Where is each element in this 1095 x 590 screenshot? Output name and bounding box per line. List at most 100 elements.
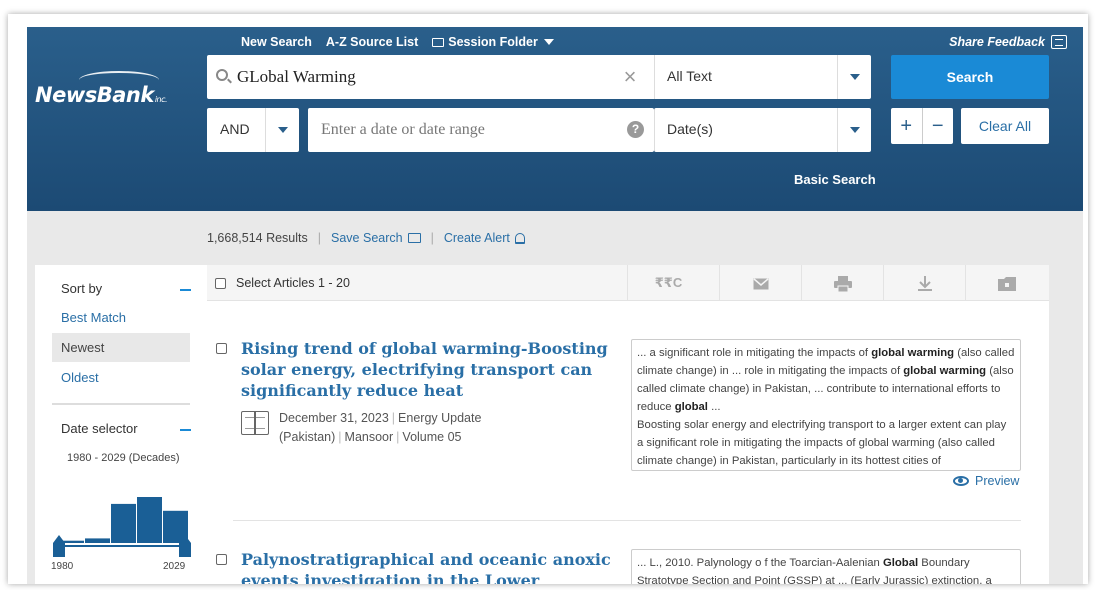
save-search-label: Save Search [331, 231, 403, 245]
boolean-operator-value: AND [220, 121, 250, 137]
new-search-link[interactable]: New Search [241, 35, 312, 49]
article-checkbox[interactable] [216, 343, 227, 354]
share-feedback-link[interactable]: Share Feedback [949, 35, 1067, 49]
print-button[interactable] [801, 265, 883, 301]
sort-newest[interactable]: Newest [52, 333, 190, 362]
hist-start-label: 1980 [51, 561, 74, 572]
snippet-highlight: Global [882, 557, 919, 569]
search-icon [216, 69, 228, 81]
snippet-highlight: global [674, 401, 708, 413]
collapse-date-icon[interactable] [180, 429, 191, 431]
article-title[interactable]: Palynostratigraphical and oceanic anoxic… [241, 549, 611, 584]
chevron-down-icon[interactable] [837, 55, 871, 99]
basic-search-link[interactable]: Basic Search [794, 172, 876, 187]
hist-end-label: 2029 [163, 561, 186, 572]
save-search-icon [407, 233, 421, 243]
sort-by-heading: Sort by [61, 281, 103, 296]
article-volume: Volume 05 [402, 430, 462, 444]
email-icon [753, 277, 768, 290]
save-folder-icon [997, 276, 1016, 291]
create-alert-label: Create Alert [443, 231, 510, 245]
clear-all-button[interactable]: Clear All [961, 108, 1049, 144]
snippet-highlight: global warming [871, 347, 955, 359]
preview-label: Preview [975, 474, 1020, 488]
session-folder-label: Session Folder [448, 35, 538, 49]
eye-icon [953, 476, 969, 486]
cite-icon: ₹₹C [654, 275, 683, 290]
chevron-down-icon[interactable] [265, 108, 299, 152]
chevron-down-icon [543, 39, 554, 45]
download-button[interactable] [883, 265, 965, 301]
article-author: Mansoor [344, 430, 394, 444]
boolean-operator-select[interactable]: AND [207, 108, 299, 152]
search-field-value: All Text [667, 68, 712, 84]
top-nav: New Search A-Z Source List Session Folde… [241, 35, 554, 49]
save-search-link[interactable]: Save Search [331, 231, 421, 245]
article-date: December 31, 2023 [279, 411, 389, 425]
histogram-bar[interactable] [85, 538, 110, 543]
snippet-text: Boosting solar energy and electrifying t… [637, 419, 1007, 467]
search-field-select[interactable]: All Text [654, 55, 871, 99]
row-add-remove: + − [891, 108, 953, 144]
select-all[interactable]: Select Articles 1 - 20 [215, 276, 350, 290]
date-field-select[interactable]: Date(s) [654, 108, 871, 152]
create-alert-link[interactable]: Create Alert [444, 231, 525, 245]
select-all-label: Select Articles 1 - 20 [236, 276, 350, 290]
date-histogram[interactable]: 1980 2029 [51, 485, 193, 584]
share-feedback-label: Share Feedback [949, 35, 1045, 49]
range-start-handle[interactable] [53, 535, 65, 557]
article-meta: December 31, 2023 | Energy Update (Pakista… [241, 409, 581, 447]
help-icon[interactable]: ? [627, 121, 644, 138]
snippet-text: ... a significant role in mitigating the… [637, 347, 872, 359]
decades-label: 1980 - 2029 (Decades) [67, 452, 180, 464]
select-all-checkbox[interactable] [215, 277, 226, 289]
divider [52, 403, 190, 405]
article-title[interactable]: Rising trend of global warming-Boosting … [241, 338, 611, 401]
snippet-text: ... [707, 401, 721, 413]
print-icon [833, 275, 852, 292]
divider [233, 520, 1021, 521]
results-count: 1,668,514 Results [207, 231, 308, 245]
cite-button[interactable]: ₹₹C [627, 265, 709, 301]
search-input[interactable] [237, 55, 617, 99]
bell-icon [514, 232, 525, 244]
article-checkbox[interactable] [216, 554, 227, 565]
histogram-bar[interactable] [111, 503, 136, 543]
feedback-icon [1051, 35, 1067, 49]
preview-link[interactable]: Preview [953, 474, 1019, 488]
add-row-button[interactable]: + [891, 108, 923, 144]
date-input-placeholder: Enter a date or date range [321, 121, 485, 138]
session-folder-menu[interactable]: Session Folder [432, 35, 554, 49]
sort-oldest[interactable]: Oldest [52, 363, 190, 392]
date-field-value: Date(s) [667, 121, 713, 137]
folder-icon [432, 37, 445, 47]
histogram-bar[interactable] [137, 497, 162, 543]
sort-best-match[interactable]: Best Match [52, 303, 190, 332]
histogram-track [59, 545, 185, 547]
email-button[interactable] [719, 265, 801, 301]
results-bar: 1,668,514 Results | Save Search | Create… [207, 231, 525, 245]
article-snippet: ... a significant role in mitigating the… [631, 339, 1021, 471]
save-folder-button[interactable] [965, 265, 1047, 301]
date-input[interactable]: Enter a date or date range ? [308, 108, 654, 152]
snippet-text: ... L., 2010. Palynology o f the Toarcia… [637, 557, 883, 569]
remove-row-button[interactable]: − [923, 108, 954, 144]
app-window: NewsBankinc. New Search A-Z Source List … [8, 14, 1088, 584]
snippet-highlight: global warming [903, 365, 987, 377]
article-snippet: ... L., 2010. Palynology o f the Toarcia… [631, 549, 1021, 584]
article-list: Select Articles 1 - 20 ₹₹C Rising trend … [207, 265, 1049, 584]
collapse-sort-icon[interactable] [180, 289, 191, 291]
newsbank-logo[interactable]: NewsBankinc. [35, 83, 168, 107]
list-toolbar: Select Articles 1 - 20 ₹₹C [207, 265, 1049, 301]
article-meta-text: December 31, 2023 | Energy Update (Pakista… [279, 411, 482, 444]
date-selector-heading: Date selector [61, 421, 138, 436]
separator: | [430, 231, 434, 245]
az-source-list-link[interactable]: A-Z Source List [326, 35, 418, 49]
separator: | [317, 231, 322, 245]
download-icon [917, 275, 932, 291]
search-row: × All Text [207, 55, 871, 99]
book-icon [241, 411, 269, 435]
clear-search-icon[interactable]: × [620, 65, 640, 89]
chevron-down-icon[interactable] [837, 108, 871, 152]
search-button[interactable]: Search [891, 55, 1049, 99]
